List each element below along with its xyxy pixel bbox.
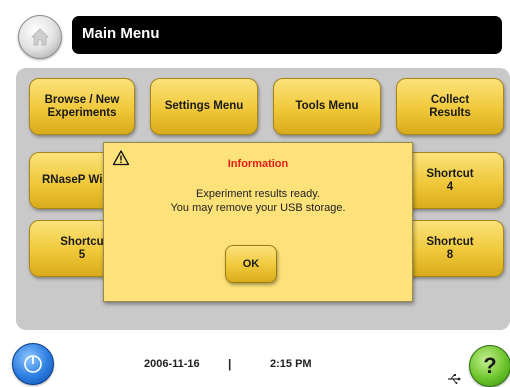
tools-menu-button[interactable]: Tools Menu — [273, 78, 381, 135]
dialog-title: Information — [227, 158, 289, 170]
title-bar: Main Menu — [72, 16, 502, 54]
settings-menu-button[interactable]: Settings Menu — [150, 78, 258, 135]
page-title: Main Menu — [82, 25, 160, 42]
power-icon — [24, 355, 42, 373]
power-button[interactable] — [12, 343, 54, 385]
ok-button[interactable]: OK — [225, 245, 277, 283]
home-button[interactable] — [18, 15, 62, 59]
home-icon — [31, 28, 49, 46]
information-dialog: Information Experiment results ready. Yo… — [103, 142, 413, 302]
browse-experiments-button[interactable]: Browse / New Experiments — [29, 78, 135, 135]
status-separator: | — [228, 357, 232, 371]
dialog-message-line1: Experiment results ready. — [196, 188, 320, 200]
collect-results-button[interactable]: Collect Results — [396, 78, 504, 135]
dialog-message-line2: You may remove your USB storage. — [170, 202, 346, 214]
usb-icon — [448, 374, 461, 384]
help-button[interactable]: ? — [469, 345, 510, 387]
status-date: 2006-11-16 — [144, 358, 200, 370]
status-time: 2:15 PM — [270, 358, 312, 370]
